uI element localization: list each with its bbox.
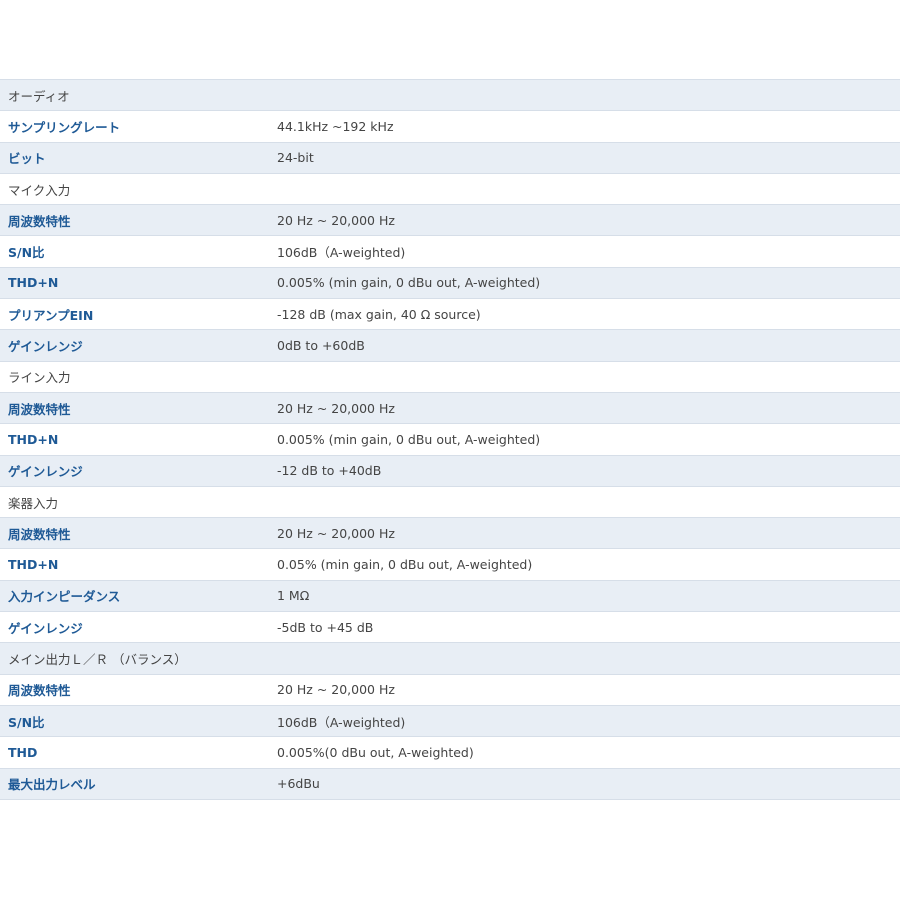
spec-row: 周波数特性 20 Hz ~ 20,000 Hz <box>0 674 900 706</box>
spec-value: 24-bit <box>277 150 314 166</box>
spec-label: サンプリングレート <box>8 119 121 135</box>
spec-row: S/N比 106dB（A-weighted) <box>0 705 900 738</box>
spec-value: +6dBu <box>277 776 320 792</box>
spec-value: -128 dB (max gain, 40 Ω source) <box>277 306 481 322</box>
spec-label: ゲインレンジ <box>8 464 83 480</box>
spec-row: S/N比 106dB（A-weighted) <box>0 236 900 268</box>
spec-label: 周波数特性 <box>8 401 71 417</box>
spec-row: 周波数特性 20 Hz ~ 20,000 Hz <box>0 392 900 425</box>
spec-label: 入力インピーダンス <box>8 589 121 605</box>
spec-label: 周波数特性 <box>8 213 71 229</box>
spec-row: ゲインレンジ -12 dB to +40dB <box>0 455 900 487</box>
spec-row: THD+N 0.005% (min gain, 0 dBu out, A-wei… <box>0 424 900 456</box>
spec-label: THD+N <box>8 275 59 291</box>
spec-row: THD 0.005%(0 dBu out, A-weighted) <box>0 737 900 769</box>
spec-label: ゲインレンジ <box>8 339 83 355</box>
section-header-line-input: ライン入力 <box>0 361 900 393</box>
spec-value: 106dB（A-weighted) <box>277 714 406 730</box>
spec-row: ゲインレンジ -5dB to +45 dB <box>0 612 900 644</box>
section-header-mic-input: マイク入力 <box>0 173 900 206</box>
spec-label: ゲインレンジ <box>8 620 83 636</box>
spec-label: THD+N <box>8 431 59 447</box>
spec-label: ビット <box>8 151 46 167</box>
spec-value: 1 MΩ <box>277 588 310 604</box>
spec-row: ビット 24-bit <box>0 142 900 174</box>
spec-row: THD+N 0.005% (min gain, 0 dBu out, A-wei… <box>0 267 900 300</box>
section-heading: オーディオ <box>8 88 70 104</box>
spec-label: THD+N <box>8 557 59 573</box>
spec-row: プリアンプEIN -128 dB (max gain, 40 Ω source) <box>0 299 900 331</box>
spec-value: -12 dB to +40dB <box>277 463 382 479</box>
spec-value: 0.05% (min gain, 0 dBu out, A-weighted) <box>277 557 533 573</box>
spec-label: S/N比 <box>8 245 45 261</box>
spec-label: THD <box>8 744 38 760</box>
spec-value: 0dB to +60dB <box>277 338 365 354</box>
spec-row: サンプリングレート 44.1kHz ~192 kHz <box>0 111 900 143</box>
spec-value: 20 Hz ~ 20,000 Hz <box>277 400 395 416</box>
section-heading: マイク入力 <box>8 182 71 198</box>
section-header-instrument-input: 楽器入力 <box>0 486 900 519</box>
spec-label: 最大出力レベル <box>8 777 96 793</box>
spec-table: オーディオ サンプリングレート 44.1kHz ~192 kHz ビット 24-… <box>0 79 900 800</box>
spec-value: 0.005%(0 dBu out, A-weighted) <box>277 744 474 760</box>
spec-label: S/N比 <box>8 714 45 730</box>
section-heading: メイン出力Ｌ／Ｒ （バランス） <box>8 651 187 667</box>
spec-label: 周波数特性 <box>8 526 71 542</box>
section-heading: 楽器入力 <box>8 495 59 511</box>
spec-row: 周波数特性 20 Hz ~ 20,000 Hz <box>0 518 900 550</box>
spec-row: 最大出力レベル +6dBu <box>0 768 900 800</box>
section-heading: ライン入力 <box>8 370 71 386</box>
spec-value: 0.005% (min gain, 0 dBu out, A-weighted) <box>277 431 541 447</box>
spec-value: 106dB（A-weighted) <box>277 245 406 261</box>
spec-value: 20 Hz ~ 20,000 Hz <box>277 212 395 228</box>
section-header-main-output: メイン出力Ｌ／Ｒ （バランス） <box>0 643 900 675</box>
spec-value: 0.005% (min gain, 0 dBu out, A-weighted) <box>277 275 541 291</box>
spec-row: ゲインレンジ 0dB to +60dB <box>0 330 900 362</box>
spec-label: 周波数特性 <box>8 683 71 699</box>
spec-value: -5dB to +45 dB <box>277 619 374 635</box>
spec-label: プリアンプEIN <box>8 307 94 323</box>
spec-row: 入力インピーダンス 1 MΩ <box>0 580 900 613</box>
spec-row: 周波数特性 20 Hz ~ 20,000 Hz <box>0 205 900 237</box>
spec-row: THD+N 0.05% (min gain, 0 dBu out, A-weig… <box>0 549 900 581</box>
spec-value: 44.1kHz ~192 kHz <box>277 118 394 134</box>
spec-value: 20 Hz ~ 20,000 Hz <box>277 525 395 541</box>
spec-value: 20 Hz ~ 20,000 Hz <box>277 682 395 698</box>
section-header-audio: オーディオ <box>0 80 900 112</box>
